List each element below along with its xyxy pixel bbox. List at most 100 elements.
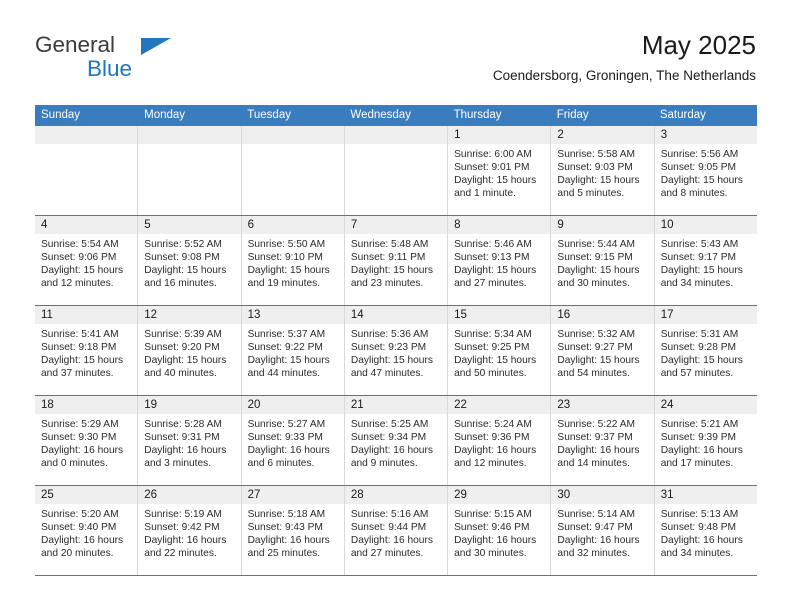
- sunset-text: Sunset: 9:10 PM: [247, 252, 323, 264]
- sunrise-text: Sunrise: 5:31 AM: [660, 329, 739, 340]
- daylight-text: Daylight: 15 hours and 50 minutes.: [454, 355, 537, 380]
- daylight-text: Daylight: 16 hours and 12 minutes.: [454, 445, 537, 470]
- daylight-text: Daylight: 16 hours and 20 minutes.: [41, 535, 124, 560]
- day-number: 15: [448, 306, 551, 324]
- day-sun-info: Sunrise: 5:32 AM Sunset: 9:27 PM Daylight:…: [551, 324, 653, 380]
- day-cell[interactable]: 7 Sunrise: 5:48 AM Sunset: 9:11 PM Daylight…: [344, 216, 449, 305]
- sunrise-text: Sunrise: 5:22 AM: [557, 419, 635, 430]
- weekday-header-row: Sunday Monday Tuesday Wednesday Thursday…: [35, 105, 757, 126]
- day-cell[interactable]: 8 Sunrise: 5:46 AM Sunset: 9:13 PM Daylight…: [448, 216, 552, 305]
- sunset-text: Sunset: 9:25 PM: [454, 342, 530, 354]
- daylight-text: Daylight: 16 hours and 3 minutes.: [144, 445, 227, 470]
- day-cell[interactable]: 13 Sunrise: 5:37 AM Sunset: 9:22 PM Dayligh…: [241, 306, 345, 395]
- day-sun-info: Sunrise: 5:28 AM Sunset: 9:31 PM Daylight:…: [138, 414, 240, 470]
- day-cell[interactable]: 12 Sunrise: 5:39 AM Sunset: 9:20 PM Dayligh…: [138, 306, 242, 395]
- grid-bottom-border: [35, 575, 757, 576]
- day-cell[interactable]: 25 Sunrise: 5:20 AM Sunset: 9:40 PM Dayligh…: [35, 486, 139, 575]
- daylight-text: Daylight: 15 hours and 57 minutes.: [660, 355, 743, 380]
- sunrise-text: Sunrise: 5:43 AM: [660, 239, 739, 250]
- day-sun-info: Sunrise: 5:50 AM Sunset: 9:10 PM Daylight:…: [242, 234, 344, 290]
- day-sun-info: Sunrise: 5:15 AM Sunset: 9:46 PM Daylight:…: [448, 504, 550, 560]
- day-number: 4: [35, 216, 138, 234]
- day-cell[interactable]: 14 Sunrise: 5:36 AM Sunset: 9:23 PM Dayligh…: [344, 306, 449, 395]
- page-subtitle: Coendersborg, Groningen, The Netherlands: [492, 68, 756, 83]
- day-cell[interactable]: 9 Sunrise: 5:44 AM Sunset: 9:15 PM Daylight…: [551, 216, 655, 305]
- day-sun-info: Sunrise: 5:58 AM Sunset: 9:03 PM Daylight:…: [551, 144, 653, 200]
- day-number: 17: [654, 306, 757, 324]
- day-sun-info: Sunrise: 5:31 AM Sunset: 9:28 PM Daylight:…: [655, 324, 757, 380]
- day-cell[interactable]: 6 Sunrise: 5:50 AM Sunset: 9:10 PM Daylight…: [241, 216, 345, 305]
- sunrise-text: Sunrise: 5:44 AM: [557, 239, 635, 250]
- day-cell[interactable]: 30 Sunrise: 5:14 AM Sunset: 9:47 PM Dayligh…: [551, 486, 655, 575]
- daylight-text: Daylight: 15 hours and 23 minutes.: [350, 265, 433, 290]
- day-sun-info: Sunrise: 5:19 AM Sunset: 9:42 PM Daylight:…: [138, 504, 240, 560]
- day-cell[interactable]: 27 Sunrise: 5:18 AM Sunset: 9:43 PM Dayligh…: [241, 486, 345, 575]
- day-number: 23: [551, 396, 654, 414]
- day-number: [241, 126, 344, 144]
- generalblue-logo[interactable]: General Blue: [35, 33, 215, 88]
- sunset-text: Sunset: 9:37 PM: [557, 432, 633, 444]
- daylight-text: Daylight: 15 hours and 12 minutes.: [41, 265, 124, 290]
- weekday-friday: Friday: [556, 109, 589, 121]
- day-number: 11: [35, 306, 138, 324]
- day-cell[interactable]: 23 Sunrise: 5:22 AM Sunset: 9:37 PM Dayligh…: [551, 396, 655, 485]
- sunrise-text: Sunrise: 5:34 AM: [454, 329, 532, 340]
- day-sun-info: Sunrise: 5:27 AM Sunset: 9:33 PM Daylight:…: [242, 414, 344, 470]
- day-sun-info: Sunrise: 5:37 AM Sunset: 9:22 PM Daylight:…: [242, 324, 344, 380]
- day-cell[interactable]: 18 Sunrise: 5:29 AM Sunset: 9:30 PM Dayligh…: [35, 396, 139, 485]
- day-cell[interactable]: 10 Sunrise: 5:43 AM Sunset: 9:17 PM Dayligh…: [654, 216, 757, 305]
- day-cell-empty: [35, 126, 139, 215]
- sunrise-text: Sunrise: 5:50 AM: [247, 239, 326, 250]
- weekday-saturday: Saturday: [659, 109, 706, 121]
- day-number: 1: [448, 126, 551, 144]
- day-cell[interactable]: 28 Sunrise: 5:16 AM Sunset: 9:44 PM Dayligh…: [344, 486, 449, 575]
- day-cell[interactable]: 16 Sunrise: 5:32 AM Sunset: 9:27 PM Dayligh…: [551, 306, 655, 395]
- day-cell[interactable]: 2 Sunrise: 5:58 AM Sunset: 9:03 PM Daylight…: [551, 126, 655, 215]
- day-cell[interactable]: 26 Sunrise: 5:19 AM Sunset: 9:42 PM Dayligh…: [138, 486, 242, 575]
- day-sun-info: Sunrise: 5:34 AM Sunset: 9:25 PM Daylight:…: [448, 324, 550, 380]
- daylight-text: Daylight: 15 hours and 19 minutes.: [247, 265, 330, 290]
- sunrise-text: Sunrise: 5:52 AM: [144, 239, 222, 250]
- day-cell[interactable]: 20 Sunrise: 5:27 AM Sunset: 9:33 PM Dayligh…: [241, 396, 345, 485]
- day-cell[interactable]: 11 Sunrise: 5:41 AM Sunset: 9:18 PM Dayligh…: [35, 306, 139, 395]
- day-cell[interactable]: 17 Sunrise: 5:31 AM Sunset: 9:28 PM Dayligh…: [654, 306, 757, 395]
- day-cell[interactable]: 3 Sunrise: 5:56 AM Sunset: 9:05 PM Daylight…: [654, 126, 757, 215]
- day-number: 16: [551, 306, 654, 324]
- day-number: 26: [138, 486, 241, 504]
- day-cell[interactable]: 19 Sunrise: 5:28 AM Sunset: 9:31 PM Dayligh…: [138, 396, 242, 485]
- daylight-text: Daylight: 15 hours and 5 minutes.: [557, 175, 640, 200]
- day-cell[interactable]: 29 Sunrise: 5:15 AM Sunset: 9:46 PM Dayligh…: [448, 486, 552, 575]
- sunrise-text: Sunrise: 5:58 AM: [557, 149, 635, 160]
- day-sun-info: Sunrise: 5:56 AM Sunset: 9:05 PM Daylight:…: [655, 144, 757, 200]
- day-cell[interactable]: 31 Sunrise: 5:13 AM Sunset: 9:48 PM Dayligh…: [654, 486, 757, 575]
- day-sun-info: Sunrise: 5:25 AM Sunset: 9:34 PM Daylight:…: [345, 414, 447, 470]
- sunrise-text: Sunrise: 5:29 AM: [41, 419, 119, 430]
- weekday-thursday: Thursday: [453, 109, 502, 121]
- day-number: [138, 126, 241, 144]
- day-number: 22: [448, 396, 551, 414]
- day-cell[interactable]: 24 Sunrise: 5:21 AM Sunset: 9:39 PM Dayligh…: [654, 396, 757, 485]
- sunset-text: Sunset: 9:20 PM: [144, 342, 220, 354]
- day-cell[interactable]: 21 Sunrise: 5:25 AM Sunset: 9:34 PM Dayligh…: [344, 396, 449, 485]
- daylight-text: Daylight: 15 hours and 34 minutes.: [660, 265, 743, 290]
- day-number: 27: [241, 486, 344, 504]
- day-sun-info: Sunrise: 6:00 AM Sunset: 9:01 PM Daylight:…: [448, 144, 550, 200]
- day-cell[interactable]: 5 Sunrise: 5:52 AM Sunset: 9:08 PM Daylight…: [138, 216, 242, 305]
- sunset-text: Sunset: 9:01 PM: [454, 162, 530, 174]
- sunset-text: Sunset: 9:18 PM: [41, 342, 117, 354]
- day-cell[interactable]: 4 Sunrise: 5:54 AM Sunset: 9:06 PM Daylight…: [35, 216, 139, 305]
- weekday-monday: Monday: [144, 109, 186, 121]
- day-sun-info: Sunrise: 5:22 AM Sunset: 9:37 PM Daylight:…: [551, 414, 653, 470]
- day-cell[interactable]: 15 Sunrise: 5:34 AM Sunset: 9:25 PM Dayligh…: [448, 306, 552, 395]
- daylight-text: Daylight: 16 hours and 34 minutes.: [660, 535, 743, 560]
- calendar-page: General Blue May 2025 Coendersborg, Gron…: [0, 0, 792, 612]
- day-number: 21: [344, 396, 448, 414]
- day-cell[interactable]: 22 Sunrise: 5:24 AM Sunset: 9:36 PM Dayligh…: [448, 396, 552, 485]
- sunset-text: Sunset: 9:30 PM: [41, 432, 117, 444]
- sunset-text: Sunset: 9:22 PM: [247, 342, 323, 354]
- daylight-text: Daylight: 16 hours and 6 minutes.: [247, 445, 330, 470]
- day-cell[interactable]: 1 Sunrise: 6:00 AM Sunset: 9:01 PM Daylight…: [448, 126, 552, 215]
- sunrise-text: Sunrise: 5:15 AM: [454, 509, 532, 520]
- day-number: 19: [138, 396, 241, 414]
- day-sun-info: Sunrise: 5:24 AM Sunset: 9:36 PM Daylight:…: [448, 414, 550, 470]
